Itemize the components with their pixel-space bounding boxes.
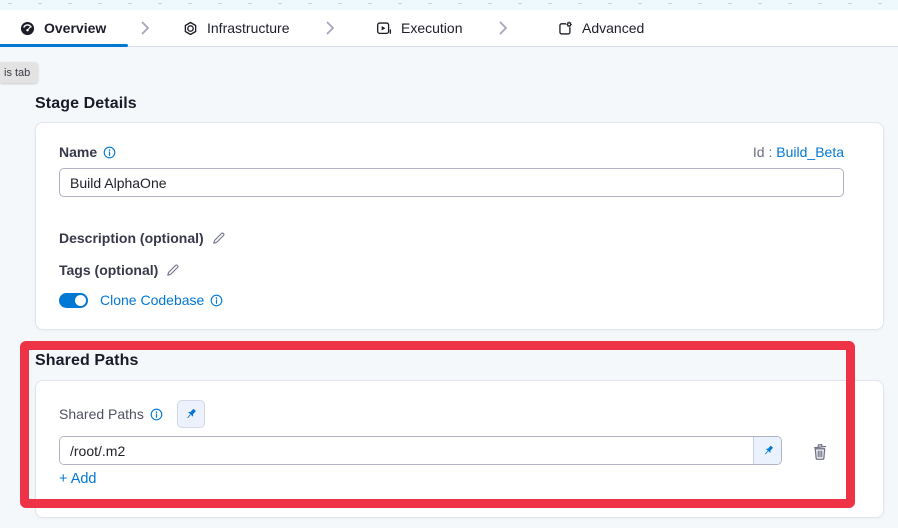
pin-icon <box>183 407 198 422</box>
active-tab-underline <box>0 44 128 47</box>
description-label: Description (optional) <box>59 230 204 246</box>
shared-path-input-group <box>59 436 782 465</box>
edit-pencil-icon[interactable] <box>212 231 226 245</box>
tab-advanced-label: Advanced <box>582 20 644 36</box>
shared-paths-card: Shared Paths <box>35 380 884 518</box>
tooltip-fragment: is tab <box>0 62 38 83</box>
pin-all-button[interactable] <box>177 400 205 428</box>
tab-execution[interactable]: Execution <box>376 10 462 46</box>
pin-field-button[interactable] <box>753 437 781 464</box>
pipeline-canvas-strip <box>0 0 898 10</box>
shared-path-input[interactable] <box>60 437 753 464</box>
advanced-icon <box>557 21 573 36</box>
trash-icon <box>810 441 830 462</box>
clone-codebase-row: Clone Codebase <box>59 292 223 308</box>
info-icon[interactable] <box>103 146 116 159</box>
stage-name-input[interactable] <box>59 168 844 197</box>
stage-id: Id : Build_Beta <box>753 144 844 160</box>
tab-advanced[interactable]: Advanced <box>557 10 644 46</box>
stage-tabbar: Overview Infrastructure Execution <box>0 10 898 47</box>
tab-execution-label: Execution <box>401 20 462 36</box>
stage-details-heading: Stage Details <box>35 95 137 113</box>
chevron-right-icon <box>141 21 150 35</box>
info-icon[interactable] <box>210 294 223 307</box>
shared-paths-heading: Shared Paths <box>35 352 138 370</box>
tab-infrastructure-label: Infrastructure <box>207 20 289 36</box>
info-icon[interactable] <box>150 408 163 421</box>
tags-row[interactable]: Tags (optional) <box>59 262 180 278</box>
tags-label: Tags (optional) <box>59 262 158 278</box>
tab-overview-label: Overview <box>44 20 106 36</box>
tab-infrastructure[interactable]: Infrastructure <box>183 10 289 46</box>
clone-codebase-toggle[interactable] <box>59 293 88 308</box>
shared-paths-label-row: Shared Paths <box>59 400 205 428</box>
pin-icon <box>761 444 775 458</box>
name-label: Name <box>59 144 116 160</box>
add-path-link[interactable]: + Add <box>59 471 97 487</box>
description-row[interactable]: Description (optional) <box>59 230 226 246</box>
delete-path-button[interactable] <box>809 439 831 463</box>
stage-id-link[interactable]: Build_Beta <box>776 144 844 160</box>
tab-overview[interactable]: Overview <box>20 10 106 46</box>
overview-icon <box>20 21 35 36</box>
edit-pencil-icon[interactable] <box>166 263 180 277</box>
toggle-knob <box>75 295 86 306</box>
name-row: Name Id : Build_Beta <box>59 144 844 160</box>
chevron-right-icon <box>499 21 508 35</box>
chevron-right-icon <box>326 21 335 35</box>
clone-codebase-label: Clone Codebase <box>100 292 223 308</box>
stage-details-card: Name Id : Build_Beta Description (option… <box>35 122 884 330</box>
execution-icon <box>376 21 392 36</box>
infrastructure-icon <box>183 21 198 36</box>
shared-paths-label: Shared Paths <box>59 406 144 422</box>
